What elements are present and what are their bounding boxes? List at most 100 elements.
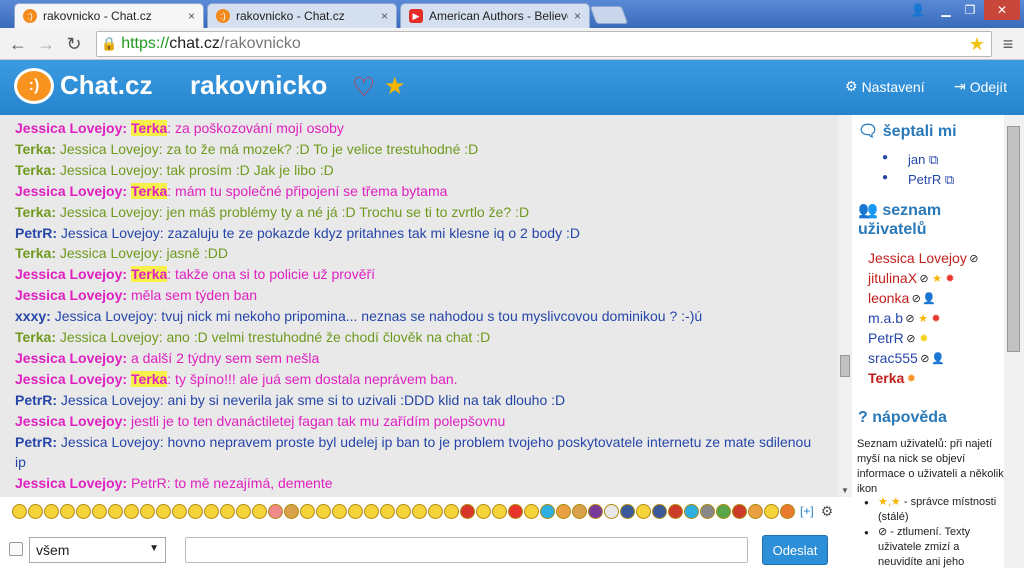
tab-american-authors[interactable]: ▶ American Authors - Believer × bbox=[400, 3, 590, 28]
close-window-button[interactable]: ✕ bbox=[984, 0, 1020, 20]
emoji-icon[interactable] bbox=[188, 503, 203, 519]
message-nick[interactable]: PetrR: bbox=[15, 225, 57, 241]
emoji-icon[interactable] bbox=[572, 503, 587, 519]
star-icon[interactable]: ★ bbox=[917, 312, 929, 325]
emoji-icon[interactable] bbox=[684, 503, 699, 519]
forward-arrow-icon[interactable]: → bbox=[34, 32, 58, 56]
chat-logo-icon[interactable]: :) bbox=[14, 68, 54, 104]
emoji-icon[interactable] bbox=[780, 503, 795, 519]
new-tab-button[interactable] bbox=[589, 6, 629, 24]
send-button[interactable]: Odeslat bbox=[762, 535, 828, 565]
emoji-icon[interactable] bbox=[364, 503, 379, 519]
restore-button[interactable]: ❐ bbox=[958, 0, 982, 20]
emoji-icon[interactable] bbox=[444, 503, 459, 519]
emoji-icon[interactable] bbox=[508, 503, 523, 519]
tab-close-icon[interactable]: × bbox=[574, 9, 581, 23]
emoji-icon[interactable] bbox=[380, 503, 395, 519]
emoji-icon[interactable] bbox=[284, 503, 299, 519]
message-nick[interactable]: PetrR: bbox=[15, 434, 57, 450]
sun-icon[interactable]: ✹ bbox=[930, 312, 942, 325]
emoji-icon[interactable] bbox=[44, 503, 59, 519]
emoji-icon[interactable] bbox=[492, 503, 507, 519]
emoji-icon[interactable] bbox=[540, 503, 555, 519]
ban-icon[interactable]: ⊘ bbox=[968, 252, 980, 265]
emoji-icon[interactable] bbox=[716, 503, 731, 519]
ban-icon[interactable]: ⊘ bbox=[910, 292, 922, 305]
emoji-icon[interactable] bbox=[124, 503, 139, 519]
chat-scrollbar[interactable] bbox=[838, 115, 852, 497]
message-nick[interactable]: Jessica Lovejoy: bbox=[15, 371, 127, 387]
emoji-icon[interactable] bbox=[412, 503, 427, 519]
whisper-checkbox[interactable] bbox=[9, 542, 23, 556]
emoji-icon[interactable] bbox=[524, 503, 539, 519]
star-icon[interactable]: ★ bbox=[931, 272, 943, 285]
emoji-icon[interactable] bbox=[76, 503, 91, 519]
ban-icon[interactable]: ⊘ bbox=[918, 272, 930, 285]
emoji-icon[interactable] bbox=[252, 503, 267, 519]
sun-icon[interactable]: ✹ bbox=[918, 332, 930, 345]
emoji-icon[interactable] bbox=[156, 503, 171, 519]
address-bar[interactable]: 🔒 https:// chat.cz /rakovnicko ★ bbox=[96, 31, 992, 57]
user-item[interactable]: jitulinaX ⊘ ★ ✹ bbox=[868, 270, 956, 286]
user-item[interactable]: m.a.b ⊘ ★ ✹ bbox=[868, 310, 942, 326]
emoji-icon[interactable] bbox=[700, 503, 715, 519]
emoji-icon[interactable] bbox=[140, 503, 155, 519]
window-user-icon[interactable]: 👤 bbox=[906, 0, 930, 20]
reload-icon[interactable]: ↻ bbox=[62, 32, 86, 56]
message-nick[interactable]: Terka: bbox=[15, 141, 56, 157]
logout-link[interactable]: ⇥ Odejít bbox=[954, 78, 1007, 95]
emoji-icon[interactable] bbox=[172, 503, 187, 519]
emoji-icon[interactable] bbox=[636, 503, 651, 519]
message-nick[interactable]: Terka: bbox=[15, 329, 56, 345]
user-item[interactable]: Jessica Lovejoy ⊘ bbox=[868, 250, 980, 266]
message-nick[interactable]: Jessica Lovejoy: bbox=[15, 475, 127, 491]
scroll-down-icon[interactable]: ▼ bbox=[841, 486, 849, 495]
emoji-icon[interactable] bbox=[588, 503, 603, 519]
person-icon[interactable]: 👤 bbox=[922, 292, 936, 305]
emoji-icon[interactable] bbox=[732, 503, 747, 519]
user-item[interactable]: leonka ⊘ 👤 bbox=[868, 290, 936, 306]
logo-text[interactable]: Chat.cz bbox=[60, 70, 152, 101]
minimize-button[interactable]: ▁ bbox=[934, 0, 958, 20]
emoji-icon[interactable] bbox=[268, 503, 283, 519]
tab-rakovnicko[interactable]: :) rakovnicko - Chat.cz × bbox=[207, 3, 397, 28]
ban-icon[interactable]: ⊘ bbox=[904, 312, 916, 325]
user-item[interactable]: srac555 ⊘ 👤 bbox=[868, 350, 945, 366]
settings-link[interactable]: ⚙ Nastavení bbox=[845, 78, 925, 95]
star-icon[interactable]: ★ bbox=[384, 72, 406, 101]
person-icon[interactable]: 👤 bbox=[931, 352, 945, 365]
whisper-item-petrr[interactable]: ● PetrR ⧉ bbox=[882, 172, 954, 188]
user-item[interactable]: PetrR ⊘ ✹ bbox=[868, 330, 930, 346]
emoji-icon[interactable] bbox=[220, 503, 235, 519]
emoji-icon[interactable] bbox=[764, 503, 779, 519]
emoji-settings-gear-icon[interactable]: ⚙ bbox=[821, 503, 834, 520]
emoji-icon[interactable] bbox=[12, 503, 27, 519]
message-nick[interactable]: Jessica Lovejoy: bbox=[15, 413, 127, 429]
ban-icon[interactable]: ⊘ bbox=[905, 332, 917, 345]
emoji-icon[interactable] bbox=[300, 503, 315, 519]
emoji-icon[interactable] bbox=[332, 503, 347, 519]
message-nick[interactable]: Jessica Lovejoy: bbox=[15, 120, 127, 136]
message-nick[interactable]: PetrR: bbox=[15, 392, 57, 408]
whisper-item-jan[interactable]: ● jan ⧉ bbox=[882, 152, 938, 168]
message-nick[interactable]: Jessica Lovejoy: bbox=[15, 266, 127, 282]
emoji-icon[interactable] bbox=[556, 503, 571, 519]
emoji-icon[interactable] bbox=[396, 503, 411, 519]
back-arrow-icon[interactable]: ← bbox=[6, 32, 30, 56]
chat-scrollbar-thumb[interactable] bbox=[840, 355, 850, 377]
message-nick[interactable]: Jessica Lovejoy: bbox=[15, 350, 127, 366]
browser-menu-icon[interactable]: ≡ bbox=[998, 32, 1018, 56]
emoji-icon[interactable] bbox=[748, 503, 763, 519]
sun-icon[interactable]: ✹ bbox=[905, 372, 917, 385]
tab-rakovnicko-active[interactable]: :) rakovnicko - Chat.cz × bbox=[14, 3, 204, 28]
emoji-icon[interactable] bbox=[428, 503, 443, 519]
emoji-icon[interactable] bbox=[604, 503, 619, 519]
sidebar-scrollbar-thumb[interactable] bbox=[1007, 126, 1020, 352]
tab-close-icon[interactable]: × bbox=[381, 9, 388, 23]
bookmark-star-icon[interactable]: ★ bbox=[969, 34, 985, 55]
emoji-icon[interactable] bbox=[348, 503, 363, 519]
emoji-icon[interactable] bbox=[60, 503, 75, 519]
message-input[interactable] bbox=[185, 537, 748, 563]
sun-icon[interactable]: ✹ bbox=[944, 272, 956, 285]
emoji-icon[interactable] bbox=[316, 503, 331, 519]
